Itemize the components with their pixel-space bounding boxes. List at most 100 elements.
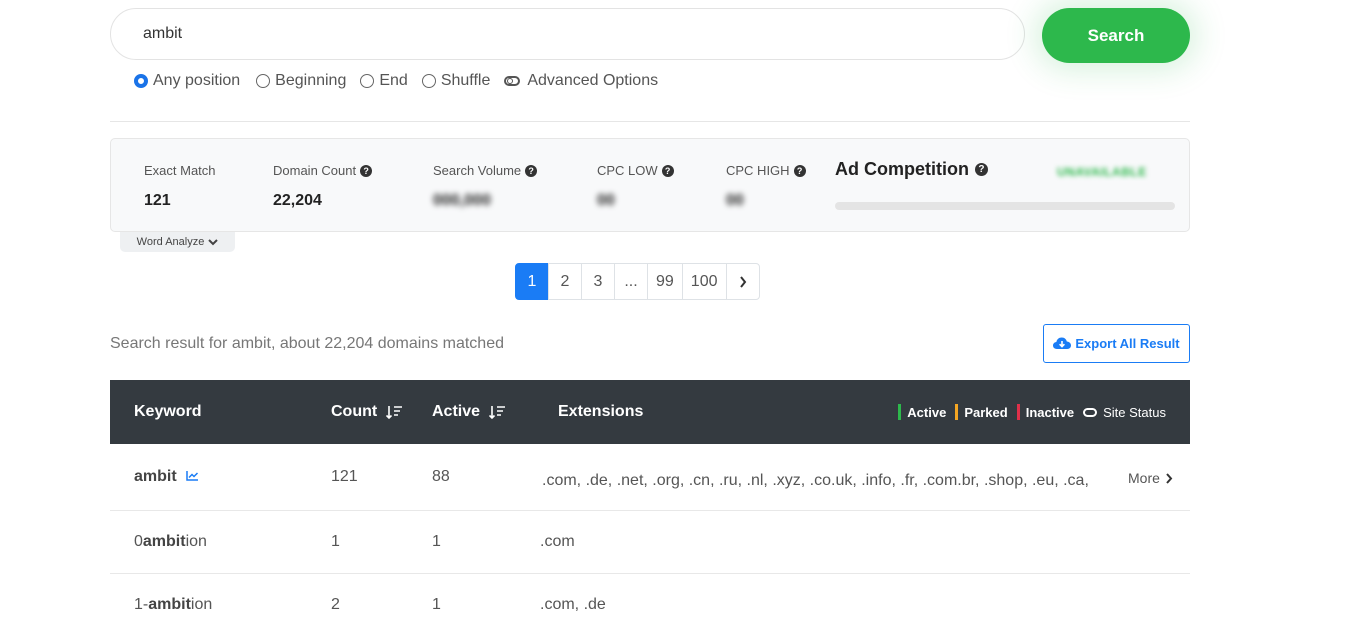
legend-swatch — [898, 404, 902, 420]
stat-value-blurred: 00 — [597, 192, 615, 209]
keyword-cell[interactable]: 1-ambition — [134, 596, 212, 614]
help-icon[interactable]: ? — [974, 163, 988, 176]
divider — [110, 121, 1190, 122]
extensions-cell: .com, .de, .net, .org, .cn, .ru, .nl, .x… — [542, 472, 1089, 489]
advanced-options-label: Advanced Options — [527, 72, 659, 89]
radio-icon[interactable] — [256, 74, 271, 88]
count-cell: 121 — [331, 468, 358, 485]
site-status-toggle[interactable]: Site Status — [1083, 405, 1166, 420]
option-shuffle[interactable]: Shuffle — [421, 72, 491, 90]
stat-cpc-high: CPC HIGH? 00 — [726, 163, 806, 210]
legend-swatch — [1016, 404, 1020, 420]
radio-icon[interactable] — [421, 74, 436, 88]
chevron-right-icon — [739, 275, 746, 288]
active-cell: 88 — [432, 468, 450, 485]
word-analyze-toggle[interactable]: Word Analyze — [120, 232, 235, 252]
stat-domain-count: Domain Count? 22,204 — [273, 163, 373, 210]
more-link[interactable]: More — [1128, 470, 1173, 486]
legend-label: Parked — [964, 404, 1008, 420]
option-end[interactable]: End — [360, 72, 408, 90]
sort-icon[interactable] — [386, 405, 403, 419]
page-link[interactable]: 99 — [647, 263, 683, 300]
stat-cpc-low: CPC LOW? 00 — [597, 163, 674, 210]
legend-label: Active — [907, 404, 947, 420]
next-page-button[interactable] — [725, 263, 760, 300]
export-label: Export All Result — [1075, 336, 1180, 351]
legend-parked: Parked — [955, 404, 1008, 420]
chevron-right-icon — [1166, 472, 1173, 484]
column-count[interactable]: Count — [331, 403, 403, 421]
stat-value-blurred: 000,000 — [433, 192, 491, 209]
column-label: Count — [331, 403, 378, 420]
position-options: Any position Beginning End Shuffle Advan… — [134, 72, 672, 90]
page-link[interactable]: 2 — [548, 263, 582, 300]
keyword-prefix: 0 — [134, 533, 143, 550]
stat-label: Exact Match — [144, 163, 216, 178]
option-label: Any position — [153, 72, 241, 89]
pagination: 1 2 3 ... 99 100 — [515, 263, 760, 300]
keyword-cell[interactable]: 0ambition — [134, 533, 207, 551]
legend-swatch — [955, 404, 959, 420]
page-link[interactable]: 1 — [515, 263, 549, 300]
help-icon[interactable]: ? — [793, 164, 806, 177]
legend-inactive: Inactive — [1016, 404, 1075, 420]
legend-label: Inactive — [1025, 404, 1075, 420]
trend-chart-icon[interactable] — [186, 470, 199, 481]
option-beginning[interactable]: Beginning — [256, 72, 346, 90]
stat-label: Domain Count — [273, 163, 357, 178]
stat-value: 121 — [144, 192, 171, 209]
more-label: More — [1128, 470, 1160, 486]
page-link[interactable]: 100 — [681, 263, 727, 300]
cloud-download-icon — [1053, 337, 1072, 349]
stat-value: 22,204 — [273, 192, 322, 209]
stats-panel: Exact Match 121 Domain Count? 22,204 Sea… — [110, 138, 1190, 232]
column-active[interactable]: Active — [432, 403, 506, 421]
help-icon[interactable]: ? — [360, 164, 373, 177]
stat-label: Search Volume — [433, 163, 522, 178]
help-icon[interactable]: ? — [525, 164, 538, 177]
legend-label: Site Status — [1103, 404, 1166, 420]
page-ellipsis: ... — [614, 263, 648, 300]
table-row[interactable]: 0ambition 1 1 .com — [110, 511, 1190, 574]
keyword-suffix: ion — [190, 596, 213, 613]
export-all-button[interactable]: Export All Result — [1043, 324, 1190, 363]
toggle-icon — [504, 76, 521, 86]
ad-competition-status: UNAVAILABLE — [1057, 165, 1147, 179]
option-label: Shuffle — [440, 72, 491, 89]
radio-checked-icon[interactable] — [134, 74, 148, 88]
table-header: Keyword Count Active Extensions Active P… — [110, 380, 1190, 444]
radio-icon[interactable] — [360, 74, 375, 88]
column-extensions: Extensions — [558, 403, 644, 420]
ad-competition-bar — [835, 202, 1175, 210]
page-link[interactable]: 3 — [581, 263, 615, 300]
chevron-down-icon — [208, 239, 219, 246]
sort-icon[interactable] — [489, 405, 506, 419]
stat-search-volume: Search Volume? 000,000 — [433, 163, 538, 210]
extensions-cell: .com — [540, 533, 575, 550]
table-row[interactable]: ambit 121 88 .com, .de, .net, .org, .cn,… — [110, 444, 1190, 511]
count-cell: 1 — [331, 533, 340, 550]
keyword-cell[interactable]: ambit — [134, 468, 199, 486]
keyword-bold: ambit — [148, 596, 191, 613]
legend-active: Active — [898, 404, 946, 420]
search-button[interactable]: Search — [1042, 8, 1190, 63]
table-row[interactable]: 1-ambition 2 1 .com, .de — [110, 574, 1190, 633]
active-cell: 1 — [432, 596, 441, 613]
keyword-suffix: ion — [185, 533, 207, 550]
stat-exact-match: Exact Match 121 — [144, 163, 216, 210]
count-cell: 2 — [331, 596, 340, 613]
keyword-bold: ambit — [134, 468, 177, 485]
search-input-container[interactable] — [110, 8, 1025, 60]
advanced-options-toggle[interactable]: Advanced Options — [504, 72, 658, 90]
result-summary: Search result for ambit, about 22,204 do… — [110, 335, 504, 352]
column-keyword: Keyword — [134, 403, 202, 420]
option-label: End — [379, 72, 408, 89]
status-legend: Active Parked Inactive Site Status — [889, 404, 1166, 420]
active-cell: 1 — [432, 533, 441, 550]
column-label: Active — [432, 403, 481, 420]
option-any-position[interactable]: Any position — [134, 72, 240, 90]
help-icon[interactable]: ? — [661, 164, 674, 177]
stat-label: CPC HIGH — [726, 163, 790, 178]
search-input[interactable] — [141, 24, 1024, 44]
word-analyze-label: Word Analyze — [136, 236, 205, 248]
